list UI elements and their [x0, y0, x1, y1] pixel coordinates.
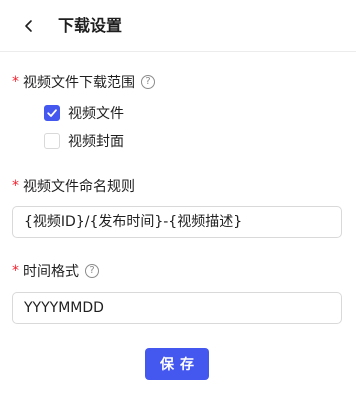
required-mark: * [12, 263, 19, 279]
naming-rule-label-row: * 视频文件命名规则 [12, 176, 135, 196]
download-range-label-row: * 视频文件下载范围 ? [12, 72, 155, 92]
back-button[interactable] [18, 13, 40, 39]
question-circle-icon[interactable]: ? [141, 75, 155, 89]
chevron-left-icon [25, 20, 32, 32]
time-format-input[interactable]: YYYYMMDD [12, 292, 342, 324]
video-cover-checkbox[interactable] [44, 133, 60, 149]
naming-rule-input[interactable]: {视频ID}/{发布时间}-{视频描述} [12, 206, 342, 238]
question-circle-icon[interactable]: ? [85, 264, 99, 278]
page-title: 下载设置 [58, 16, 123, 35]
option-video-file[interactable]: 视频文件 [44, 103, 124, 123]
time-format-label: 时间格式 [23, 264, 79, 280]
time-format-label-row: * 时间格式 ? [12, 261, 99, 281]
page-header: 下载设置 [0, 0, 356, 52]
video-file-checkbox[interactable] [44, 105, 60, 121]
video-cover-label: 视频封面 [68, 134, 124, 150]
download-range-label: 视频文件下载范围 [23, 75, 135, 91]
video-file-label: 视频文件 [68, 106, 124, 122]
naming-rule-label: 视频文件命名规则 [23, 179, 135, 195]
option-video-cover[interactable]: 视频封面 [44, 131, 124, 151]
required-mark: * [12, 178, 19, 194]
save-button[interactable]: 保存 [145, 348, 209, 380]
checkmark-icon [47, 109, 57, 117]
required-mark: * [12, 74, 19, 90]
